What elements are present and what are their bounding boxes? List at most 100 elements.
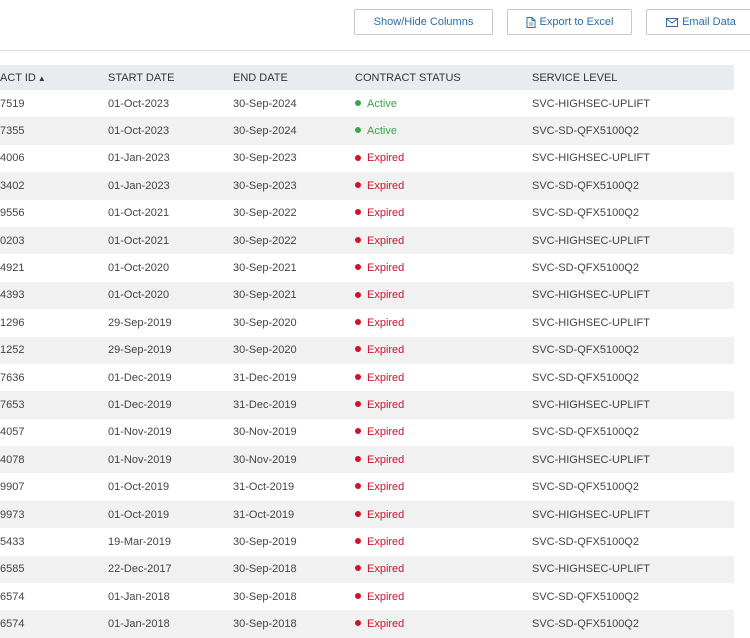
- end-date-cell: 30-Sep-2022: [233, 207, 297, 220]
- status-badge: Expired: [367, 207, 405, 220]
- contract-status-cell: Expired: [355, 500, 532, 529]
- contract-status-cell: Expired: [355, 528, 532, 555]
- status-dot-icon: [355, 401, 361, 408]
- contract-status-cell: Active: [355, 90, 532, 117]
- status-dot-icon: [355, 209, 361, 216]
- status-badge: Expired: [367, 234, 405, 247]
- email-data-button[interactable]: Email Data: [646, 9, 750, 35]
- status-dot-icon: [355, 346, 361, 353]
- contract-id-cell: 4921: [0, 262, 25, 275]
- table-row[interactable]: 7519 01-Oct-2023 30-Sep-2024 Active SVC-HIGH…: [0, 90, 734, 117]
- contract-id-cell: 9973: [0, 500, 108, 529]
- column-header-id[interactable]: ACT ID ▲︎: [0, 65, 108, 90]
- status-dot-icon: [355, 483, 361, 490]
- end-date-cell: 30-Sep-2021: [233, 262, 297, 275]
- table-row[interactable]: 6585 22-Dec-2017 30-Sep-2018 Expired SVC-HIG…: [0, 555, 734, 584]
- start-date-cell: 01-Nov-2019: [108, 446, 233, 474]
- table-row[interactable]: 1252 29-Sep-2019 30-Sep-2020 Expired SVC-SD-…: [0, 336, 734, 364]
- end-date-cell: 30-Sep-2019: [233, 535, 297, 548]
- contract-id-cell: 1296: [0, 316, 25, 329]
- start-date-cell: 29-Sep-2019: [108, 336, 233, 364]
- status-dot-icon: [355, 264, 361, 271]
- end-date-cell: 30-Sep-2024: [233, 117, 355, 145]
- end-date-cell: 30-Nov-2019: [233, 446, 355, 474]
- table-row[interactable]: 7355 01-Oct-2023 30-Sep-2024 Active SVC-SD-Q…: [0, 117, 734, 145]
- table-row[interactable]: 9556 01-Oct-2021 30-Sep-2022 Expired SVC-SD-…: [0, 200, 734, 227]
- end-date-cell: 30-Sep-2020: [233, 316, 297, 329]
- start-date-cell: 01-Oct-2019: [108, 481, 170, 494]
- column-header-contract-status[interactable]: CONTRACT STATUS: [355, 65, 532, 90]
- service-level-cell: SVC-HIGHSEC-UPLIFT: [532, 281, 734, 310]
- status-dot-icon: [355, 373, 361, 380]
- show-hide-columns-button[interactable]: Show/Hide Columns: [354, 9, 493, 35]
- column-header-contract-status-label: CONTRACT STATUS: [355, 71, 461, 84]
- contract-status-cell: Expired: [355, 555, 532, 584]
- start-date-cell: 01-Jan-2018: [108, 590, 170, 603]
- table-row[interactable]: 4393 01-Oct-2020 30-Sep-2021 Expired SVC-HIG…: [0, 281, 734, 310]
- column-header-service-level-label: SERVICE LEVEL: [532, 71, 618, 84]
- table-row[interactable]: 4921 01-Oct-2020 30-Sep-2021 Expired SVC-SD-…: [0, 254, 734, 281]
- end-date-cell: 30-Sep-2023: [233, 152, 297, 165]
- table-row[interactable]: 6574 01-Jan-2018 30-Sep-2018 Expired SVC-SD-…: [0, 583, 734, 610]
- status-badge: Expired: [367, 262, 405, 275]
- start-date-cell: 01-Oct-2020: [108, 281, 233, 310]
- start-date-cell: 01-Dec-2019: [108, 391, 233, 419]
- status-badge: Expired: [367, 508, 405, 521]
- table-row[interactable]: 1296 29-Sep-2019 30-Sep-2020 Expired SVC-HIG…: [0, 309, 734, 336]
- status-badge: Expired: [367, 398, 405, 411]
- status-badge: Active: [367, 97, 397, 110]
- service-level-cell: SVC-HIGHSEC-UPLIFT: [532, 555, 734, 584]
- table-row[interactable]: 0203 01-Oct-2021 30-Sep-2022 Expired SVC-HIG…: [0, 226, 734, 255]
- end-date-cell: 31-Dec-2019: [233, 391, 355, 419]
- column-header-start-date[interactable]: START DATE: [108, 65, 233, 90]
- start-date-cell: 19-Mar-2019: [108, 535, 171, 548]
- show-hide-columns-label: Show/Hide Columns: [373, 16, 474, 28]
- service-level-cell: SVC-HIGHSEC-UPLIFT: [532, 316, 650, 329]
- table-row[interactable]: 9973 01-Oct-2019 31-Oct-2019 Expired SVC-HIG…: [0, 500, 734, 529]
- contract-status-cell: Expired: [355, 200, 532, 227]
- status-badge: Expired: [367, 453, 405, 466]
- start-date-cell: 01-Oct-2023: [108, 117, 233, 145]
- start-date-cell: 01-Jan-2018: [108, 610, 233, 638]
- status-badge: Expired: [367, 152, 405, 165]
- service-level-cell: SVC-SD-QFX5100Q2: [532, 426, 639, 439]
- start-date-cell: 01-Oct-2021: [108, 226, 233, 255]
- service-level-cell: SVC-HIGHSEC-UPLIFT: [532, 152, 650, 165]
- end-date-cell: 30-Sep-2023: [233, 172, 355, 200]
- table-row[interactable]: 4006 01-Jan-2023 30-Sep-2023 Expired SVC-HIG…: [0, 145, 734, 172]
- contract-id-cell: 9907: [0, 481, 25, 494]
- service-level-cell: SVC-HIGHSEC-UPLIFT: [532, 500, 734, 529]
- table-row[interactable]: 4057 01-Nov-2019 30-Nov-2019 Expired SVC-SD-…: [0, 419, 734, 446]
- service-level-cell: SVC-SD-QFX5100Q2: [532, 590, 639, 603]
- contract-status-cell: Expired: [355, 419, 532, 446]
- service-level-cell: SVC-HIGHSEC-UPLIFT: [532, 226, 734, 255]
- table-row[interactable]: 5433 19-Mar-2019 30-Sep-2019 Expired SVC-SD-…: [0, 528, 734, 555]
- table-row[interactable]: 9907 01-Oct-2019 31-Oct-2019 Expired SVC-SD-…: [0, 473, 734, 500]
- table-row[interactable]: 4078 01-Nov-2019 30-Nov-2019 Expired SVC-HIG…: [0, 446, 734, 474]
- table-row[interactable]: 7653 01-Dec-2019 31-Dec-2019 Expired SVC-HIG…: [0, 391, 734, 419]
- status-badge: Expired: [367, 563, 405, 576]
- column-header-end-date[interactable]: END DATE: [233, 65, 355, 90]
- status-dot-icon: [355, 538, 361, 545]
- table-row[interactable]: 7636 01-Dec-2019 31-Dec-2019 Expired SVC-SD-…: [0, 364, 734, 391]
- status-badge: Expired: [367, 316, 405, 329]
- contract-id-cell: 6574: [0, 590, 25, 603]
- status-dot-icon: [355, 99, 361, 106]
- service-level-cell: SVC-SD-QFX5100Q2: [532, 172, 734, 200]
- contract-status-cell: Expired: [355, 309, 532, 336]
- service-level-cell: SVC-SD-QFX5100Q2: [532, 371, 639, 384]
- contract-status-cell: Expired: [355, 610, 532, 638]
- column-header-service-level[interactable]: SERVICE LEVEL: [532, 65, 734, 90]
- status-dot-icon: [355, 291, 361, 298]
- contract-status-cell: Expired: [355, 254, 532, 281]
- toolbar: Show/Hide Columns Export to Excel Email …: [0, 0, 750, 51]
- table-row[interactable]: 6574 01-Jan-2018 30-Sep-2018 Expired SVC-SD-…: [0, 610, 734, 638]
- contracts-table: ACT ID ▲︎ START DATE END DATE CONTRACT ST…: [0, 65, 734, 638]
- start-date-cell: 01-Oct-2020: [108, 262, 170, 275]
- contract-id-cell: 4078: [0, 446, 108, 474]
- table-row[interactable]: 3402 01-Jan-2023 30-Sep-2023 Expired SVC-SD-…: [0, 172, 734, 200]
- export-to-excel-button[interactable]: Export to Excel: [507, 9, 632, 35]
- contract-id-cell: 7636: [0, 371, 25, 384]
- column-header-start-date-label: START DATE: [108, 71, 175, 84]
- contract-id-cell: 3402: [0, 172, 108, 200]
